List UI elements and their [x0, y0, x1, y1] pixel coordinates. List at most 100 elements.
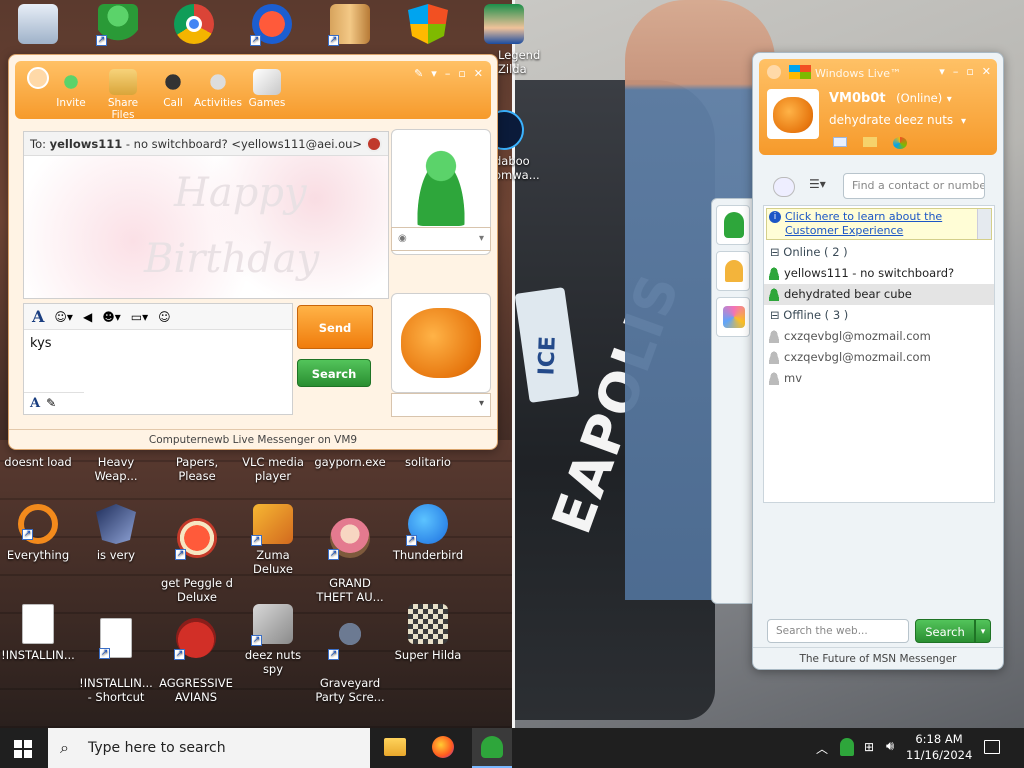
clock[interactable]: 6:18 AM 11/16/2024: [906, 731, 972, 763]
group-offline[interactable]: ⊟ Offline ( 3 ): [764, 305, 994, 326]
personal-message[interactable]: dehydrate deez nuts ▾: [829, 113, 966, 127]
plate-text: ICE: [534, 335, 561, 376]
window-menu-icon[interactable]: [27, 67, 49, 89]
desktop-icon-is-very[interactable]: is very: [78, 504, 154, 562]
send-button[interactable]: Send: [297, 305, 373, 349]
contact-item[interactable]: mv: [764, 368, 994, 389]
messenger-window[interactable]: Windows Live™ ▾ – ▫ ✕ VM0b0t (Online) ▾ …: [752, 52, 1004, 670]
web-search-options-icon[interactable]: ▾: [975, 619, 991, 643]
desktop-icon-graveyard[interactable]: ↗ Graveyard Party Scre...: [312, 604, 388, 718]
desktop-icon-get-peggle[interactable]: ↗ get Peggle d Deluxe: [156, 504, 238, 618]
contact-picture-menu[interactable]: ◉ ▾: [391, 227, 491, 251]
minimize-icon[interactable]: –: [445, 67, 451, 80]
text-mode-icon[interactable]: A: [30, 396, 40, 411]
block-icon[interactable]: [366, 136, 382, 152]
desktop-icon-deez-nuts-spy[interactable]: ↗ deez nuts spy: [235, 604, 311, 676]
handwriting-mode-icon[interactable]: ✎: [46, 396, 56, 411]
desktop-icon-super-hilda[interactable]: Super Hilda: [390, 604, 466, 662]
network-icon[interactable]: ⊞: [864, 740, 874, 754]
firefox-icon[interactable]: [432, 736, 454, 758]
msn-butterfly-icon[interactable]: [893, 137, 907, 149]
maximize-icon[interactable]: ▫: [458, 67, 465, 80]
desktop-icon-solitario[interactable]: solitario: [390, 455, 466, 469]
chat-window[interactable]: Invite Share Files Call Activities Games…: [8, 54, 498, 450]
desktop-icon-heavy-weapon[interactable]: Heavy Weap...: [78, 455, 154, 483]
file-explorer-icon[interactable]: [384, 738, 406, 756]
desktop-icon-papers-please[interactable]: Papers, Please: [156, 455, 238, 483]
toolbar-games[interactable]: Games: [243, 69, 291, 109]
toolbar-share-files[interactable]: Share Files: [97, 69, 149, 121]
volume-icon[interactable]: 🔊︎: [886, 739, 894, 754]
tab-spaces[interactable]: [716, 297, 750, 337]
desktop-icon-aggressive-avians[interactable]: ↗ AGGRESSIVE AVIANS: [156, 604, 236, 718]
desktop-icon-vlc[interactable]: VLC media player: [235, 455, 311, 483]
mail-icon[interactable]: [833, 137, 847, 147]
tray-overflow-icon[interactable]: ︿: [816, 740, 828, 757]
contact-item[interactable]: yellows111 - no switchboard?: [764, 263, 994, 284]
menu-chevron-icon[interactable]: ▾: [431, 67, 437, 80]
desktop-icon-archive[interactable]: ↗: [312, 4, 388, 48]
toolbar-activities[interactable]: Activities: [193, 69, 243, 109]
desktop-icon-thunderbird[interactable]: ↗ Thunderbird: [390, 504, 466, 562]
web-search-input[interactable]: Search the web...: [767, 619, 909, 643]
maximize-icon[interactable]: ▫: [966, 65, 973, 78]
message-input-area[interactable]: A ☺▾ ◀ ☻▾ ▭▾ ☺ kys A ✎: [23, 303, 293, 415]
web-search-button[interactable]: Search: [915, 619, 975, 643]
taskbar-messenger[interactable]: [472, 728, 512, 768]
desktop-icon-installing-shortcut[interactable]: ↗ !INSTALLIN... - Shortcut: [78, 604, 154, 718]
my-avatar[interactable]: [767, 89, 819, 139]
emoticon-icon[interactable]: ☺▾: [54, 310, 73, 324]
voice-clip-icon[interactable]: ◀: [83, 310, 92, 324]
paint-icon[interactable]: ✎: [414, 67, 423, 80]
font-icon[interactable]: A: [32, 307, 44, 326]
add-contact-icon[interactable]: [773, 177, 795, 197]
desktop-icon-gayporn[interactable]: gayporn.exe: [312, 455, 388, 469]
tab-alerts[interactable]: [716, 251, 750, 291]
close-icon[interactable]: ✕: [474, 67, 483, 80]
toolbar-call[interactable]: Call: [149, 69, 197, 109]
desktop-icon-recycle-bin[interactable]: [0, 4, 76, 48]
wink-icon[interactable]: ☻▾: [102, 310, 121, 324]
desktop-icon-everything[interactable]: ↗ Everything: [0, 504, 76, 562]
start-windows-icon[interactable]: [14, 740, 32, 758]
stacked-windows-icon: ↗: [251, 604, 293, 646]
desktop-icon-chrome[interactable]: [156, 4, 232, 48]
contact-search-input[interactable]: Find a contact or number: [843, 173, 985, 199]
background-icon[interactable]: ▭▾: [131, 310, 148, 324]
desktop-icon-installing[interactable]: !INSTALLIN...: [0, 604, 76, 662]
desktop-icon-zuma[interactable]: ↗ Zuma Deluxe: [235, 504, 311, 576]
menu-chevron-icon[interactable]: ▾: [939, 65, 945, 78]
taskbar-search-box[interactable]: ⌕ Type here to search: [48, 728, 370, 768]
notification-icon[interactable]: [984, 740, 1000, 754]
desktop-label: deez nuts spy: [244, 648, 302, 676]
my-picture-menu[interactable]: ▾: [391, 393, 491, 417]
desktop-icon-gta[interactable]: ↗ GRAND THEFT AU...: [312, 504, 388, 618]
close-icon[interactable]: ✕: [982, 65, 991, 78]
customer-experience-link[interactable]: i Click here to learn about the Customer…: [766, 208, 992, 240]
desktop-icon-peggle[interactable]: ↗: [234, 4, 310, 48]
toolbar-invite[interactable]: Invite: [47, 69, 95, 109]
group-online[interactable]: ⊟ Online ( 2 ): [764, 242, 994, 263]
to-name: yellows111: [49, 137, 123, 151]
contact-item[interactable]: cxzqevbgl@mozmail.com: [764, 347, 994, 368]
folder-icon[interactable]: [863, 137, 877, 147]
minimize-icon[interactable]: –: [953, 65, 959, 78]
contact-item[interactable]: cxzqevbgl@mozmail.com: [764, 326, 994, 347]
desktop-icon-doesnt-load[interactable]: doesnt load: [0, 455, 76, 469]
pumpkin-avatar-icon: [773, 97, 813, 133]
window-menu-icon[interactable]: [767, 65, 781, 79]
contact-item[interactable]: dehydrated bear cube: [764, 284, 994, 305]
message-input[interactable]: kys: [24, 330, 292, 357]
search-button[interactable]: Search: [297, 359, 371, 387]
list-view-icon[interactable]: ☰▾: [809, 177, 833, 197]
mvp-icon: [96, 504, 136, 544]
my-picture[interactable]: [391, 293, 491, 393]
nudge-icon[interactable]: ☺: [158, 310, 171, 324]
desktop-icon-windows-security[interactable]: [390, 4, 466, 48]
desktop-icon-messenger[interactable]: ↗: [80, 4, 156, 48]
toolbar-games-label: Games: [248, 97, 286, 109]
tab-contacts[interactable]: [716, 205, 750, 245]
display-name[interactable]: VM0b0t (Online) ▾: [829, 91, 952, 106]
tray-messenger-icon[interactable]: [840, 738, 854, 756]
info-scrollbar[interactable]: [977, 209, 991, 239]
